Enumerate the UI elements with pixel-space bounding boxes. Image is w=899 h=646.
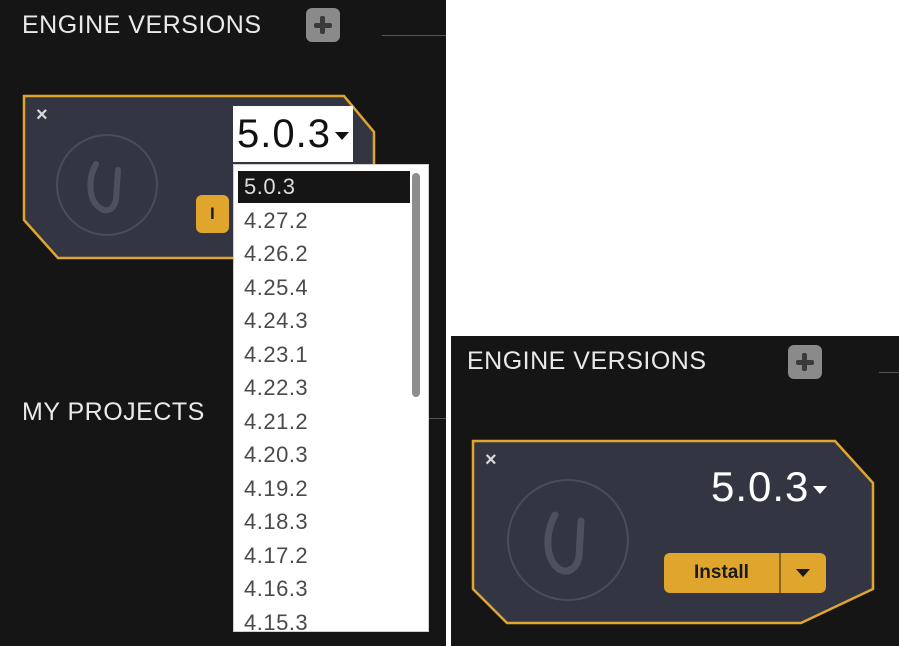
version-dropdown-list[interactable]: 5.0.3 4.27.2 4.26.2 4.25.4 4.24.3 4.23.1… bbox=[233, 164, 429, 632]
unreal-logo-icon bbox=[56, 134, 158, 236]
dropdown-option[interactable]: 4.26.2 bbox=[238, 238, 410, 270]
engine-panel-closed: ENGINE VERSIONS × 5.0.3 Install bbox=[451, 336, 899, 646]
dropdown-option[interactable]: 4.24.3 bbox=[238, 305, 410, 337]
engine-panel-dropdown-open: ENGINE VERSIONS × I MY PROJECTS 5.0.3 5.… bbox=[0, 0, 446, 646]
version-select-value: 5.0.3 bbox=[237, 112, 331, 156]
chevron-down-icon bbox=[334, 132, 349, 141]
version-select-value: 5.0.3 bbox=[711, 463, 810, 510]
chevron-down-icon bbox=[796, 569, 811, 577]
my-projects-title: MY PROJECTS bbox=[22, 398, 205, 426]
unreal-logo-icon bbox=[507, 479, 629, 601]
divider bbox=[382, 35, 446, 36]
dropdown-option[interactable]: 4.18.3 bbox=[238, 506, 410, 538]
chevron-down-icon bbox=[813, 485, 828, 494]
dropdown-option[interactable]: 4.19.2 bbox=[238, 473, 410, 505]
install-button-group: Install bbox=[664, 553, 826, 593]
add-engine-button[interactable] bbox=[788, 345, 822, 379]
install-button[interactable]: Install bbox=[664, 553, 779, 593]
dropdown-option[interactable]: 4.22.3 bbox=[238, 372, 410, 404]
dropdown-option[interactable]: 4.16.3 bbox=[238, 573, 410, 605]
dropdown-option[interactable]: 4.20.3 bbox=[238, 439, 410, 471]
version-select[interactable]: 5.0.3 bbox=[711, 463, 828, 511]
install-button-partial[interactable]: I bbox=[196, 195, 229, 233]
dropdown-option[interactable]: 4.15.3 bbox=[238, 607, 410, 631]
dropdown-scrollbar[interactable] bbox=[412, 173, 420, 397]
engine-versions-title: ENGINE VERSIONS bbox=[467, 347, 707, 375]
add-engine-button[interactable] bbox=[306, 8, 340, 42]
close-icon[interactable]: × bbox=[36, 105, 48, 125]
engine-versions-title: ENGINE VERSIONS bbox=[22, 11, 262, 39]
dropdown-option[interactable]: 4.27.2 bbox=[238, 205, 410, 237]
dropdown-option[interactable]: 4.25.4 bbox=[238, 272, 410, 304]
dropdown-option[interactable]: 4.23.1 bbox=[238, 339, 410, 371]
close-icon[interactable]: × bbox=[485, 450, 497, 470]
divider bbox=[879, 372, 899, 373]
engine-card: × 5.0.3 Install bbox=[471, 439, 877, 625]
dropdown-option[interactable]: 4.17.2 bbox=[238, 540, 410, 572]
install-options-button[interactable] bbox=[780, 553, 826, 593]
version-select-open[interactable]: 5.0.3 bbox=[233, 106, 353, 162]
dropdown-option[interactable]: 5.0.3 bbox=[238, 171, 410, 203]
dropdown-option[interactable]: 4.21.2 bbox=[238, 406, 410, 438]
